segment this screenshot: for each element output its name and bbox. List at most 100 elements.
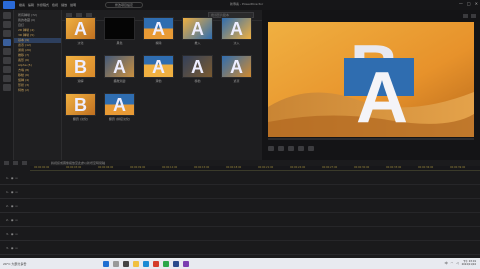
task-view-icon[interactable] [123,260,129,267]
eye-icon[interactable]: ◉ [11,204,14,208]
track-lane[interactable] [30,228,480,241]
track-header[interactable]: 3. ◉ ▫ [0,242,30,255]
transition-thumb[interactable]: A 翻頁 (拼接淡化) [104,93,135,121]
settings-icon[interactable] [471,13,476,18]
menu-edit[interactable]: 編輯 [28,3,34,7]
start-icon[interactable] [103,260,109,267]
taskbar: 20°C 大部分多雲 中 ◠ ◁ 下午 03:19 2024/11/04 [0,258,480,269]
ime-indicator[interactable]: 中 [445,261,448,265]
transition-thumb[interactable]: A 移動 [182,55,213,83]
project-settings-button[interactable]: 修改項目設定 [105,2,143,8]
subtitle-room-icon[interactable] [3,84,11,91]
transition-thumb[interactable]: A 淡化 [65,17,96,45]
eye-icon[interactable]: ◉ [11,190,14,194]
preview-scrubber[interactable] [268,138,474,140]
menu-view[interactable]: 檢視 [52,3,58,7]
next-frame-icon[interactable] [298,145,304,151]
thumb-caption: 淡入 [233,41,240,45]
track-header[interactable]: 2. ◉ ▫ [0,200,30,213]
eye-icon[interactable]: ◉ [11,218,14,222]
wifi-icon[interactable]: ◠ [451,261,454,265]
speaker-icon[interactable]: ◁ [456,261,458,265]
track-lane[interactable] [30,242,480,255]
ruler-tick: 00:00:30:00 [354,166,370,169]
particle-room-icon[interactable] [3,66,11,73]
weather-widget[interactable]: 20°C 大部分多雲 [3,262,63,266]
thumb-caption: 擦除 [155,41,162,45]
app-icon[interactable] [153,260,159,267]
transition-thumb[interactable]: A 擴散漸變 [104,55,135,83]
volume-icon[interactable] [308,145,314,151]
transition-thumb[interactable]: B 溶解 [65,55,96,83]
transition-thumb[interactable]: B 翻頁 (淡化) [65,93,96,121]
transition-thumb[interactable]: A 推入 [182,17,213,45]
menu-play[interactable]: 播放 [61,3,67,7]
stop-icon[interactable] [278,145,284,151]
ruler-tick: 00:00:15:00 [194,166,210,169]
transition-thumb[interactable]: A 滑動 [143,55,174,83]
cut-icon[interactable] [13,161,18,165]
transition-room-icon[interactable] [3,39,11,46]
svg-text:A: A [356,58,408,137]
lock-icon[interactable]: ▫ [16,218,18,222]
title-room-icon[interactable] [3,30,11,37]
track-label: 1. [6,190,9,194]
media-room-icon[interactable] [3,12,11,19]
explorer-icon[interactable] [133,260,139,267]
lock-icon[interactable]: ▫ [16,246,18,250]
undo-icon[interactable] [22,161,27,165]
tree-item[interactable]: 特效 (2) [14,88,61,93]
menu-help[interactable]: 說明 [70,3,76,7]
ruler-tick: 00:00:09:00 [130,166,146,169]
chrome-icon[interactable] [163,260,169,267]
search-icon[interactable] [113,260,119,267]
ruler-tick: 00:00:24:00 [290,166,306,169]
minimize-icon[interactable]: — [459,1,463,6]
play-icon[interactable] [268,145,274,151]
thumb-image: A [182,17,213,40]
eye-icon[interactable]: ◉ [11,232,14,236]
track-lane[interactable] [30,186,480,199]
track-manager-icon[interactable] [4,161,9,165]
track-header[interactable]: 3. ◉ ▫ [0,228,30,241]
maximize-icon[interactable]: □ [467,1,471,6]
thumb-image: A [182,55,213,78]
lock-icon[interactable]: ▫ [16,190,18,194]
thumb-caption: 擴散漸變 [113,79,126,83]
track-header[interactable]: 1. ◉ ▫ [0,172,30,185]
preview-panel: B A [262,10,480,160]
lock-icon[interactable]: ▫ [16,204,18,208]
thumb-caption: 移動 [194,79,201,83]
eye-icon[interactable]: ◉ [11,246,14,250]
clock[interactable]: 下午 03:19 2024/11/04 [462,260,476,266]
effect-room-icon[interactable] [3,48,11,55]
thumb-glyph: A [113,95,126,115]
edge-icon[interactable] [143,260,149,267]
snapshot-icon[interactable] [463,13,468,18]
transition-thumb[interactable]: A 淡入 [221,17,252,45]
menu-file[interactable]: 檔案 [19,3,25,7]
transition-thumb[interactable]: A 擦除 [143,17,174,45]
close-icon[interactable]: ✕ [475,1,478,6]
audio-room-icon[interactable] [3,75,11,82]
lock-icon[interactable]: ▫ [16,176,18,180]
transition-thumb[interactable]: A 遮罩 [221,55,252,83]
transition-thumb[interactable]: 黑色 [104,17,135,45]
app-icon[interactable] [183,260,189,267]
track-header[interactable]: 2. ◉ ▫ [0,214,30,227]
track-label: 1. [6,176,9,180]
ruler-tick: 00:00:03:00 [66,166,82,169]
powerdirector-icon[interactable] [173,260,179,267]
template-room-icon[interactable] [3,21,11,28]
thumb-glyph: A [230,57,243,77]
prev-frame-icon[interactable] [288,145,294,151]
timeline-ruler[interactable]: 00:00:00:00 00:00:03:00 00:00:06:00 00:00:0… [30,166,480,171]
eye-icon[interactable]: ◉ [11,176,14,180]
menu-plugins[interactable]: 外掛程式 [37,3,49,7]
track-lane[interactable] [30,214,480,227]
lock-icon[interactable]: ▫ [16,232,18,236]
track-header[interactable]: 1. ◉ ▫ [0,186,30,199]
track-lane[interactable] [30,200,480,213]
track-lane[interactable] [30,172,480,185]
pip-room-icon[interactable] [3,57,11,64]
